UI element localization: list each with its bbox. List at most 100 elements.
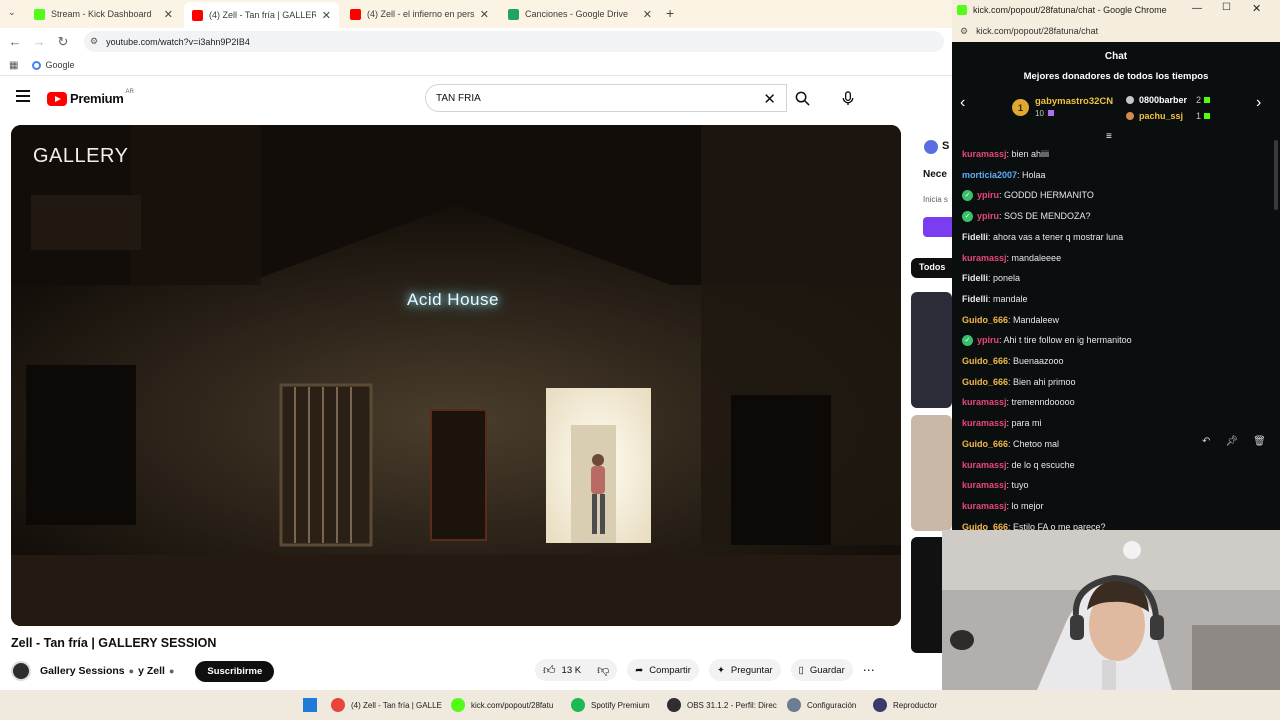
taskbar-item-obs[interactable]: OBS 31.1.2 - Perfil: Direc bbox=[667, 695, 779, 715]
chat-message[interactable]: kuramassj: de lo q escuche bbox=[962, 455, 1075, 475]
maximize-icon[interactable]: ☐ bbox=[1222, 2, 1231, 13]
chat-message[interactable]: Guido_666: Bien ahi primoo bbox=[962, 372, 1076, 392]
chat-scrollbar[interactable] bbox=[1274, 140, 1278, 210]
search-button[interactable] bbox=[787, 84, 817, 112]
close-tab-icon[interactable]: ✕ bbox=[643, 8, 652, 21]
chat-username[interactable]: ypiru bbox=[977, 211, 999, 221]
reload-icon[interactable]: ↻ bbox=[51, 34, 75, 50]
youtube-premium-logo[interactable]: Premium AR bbox=[47, 89, 134, 106]
chat-message[interactable]: kuramassj: tremenndooooo bbox=[962, 392, 1075, 412]
close-tab-icon[interactable]: ✕ bbox=[164, 8, 173, 21]
chat-username[interactable]: Guido_666 bbox=[962, 315, 1008, 325]
clear-search-icon[interactable]: ✕ bbox=[763, 90, 776, 108]
pin-icon[interactable]: 📌︎ bbox=[1225, 436, 1238, 447]
delete-icon[interactable]: 🗑︎ bbox=[1253, 436, 1266, 447]
chat-username[interactable]: kuramassj bbox=[962, 418, 1007, 428]
save-button[interactable]: ▯ Guardar bbox=[790, 659, 853, 681]
voice-search-button[interactable] bbox=[836, 86, 860, 110]
chip-all[interactable]: Todos bbox=[911, 258, 952, 278]
bookmark-google[interactable]: Google bbox=[32, 60, 74, 70]
tab-search-chevron-icon[interactable]: ⌄ bbox=[8, 7, 16, 18]
like-button[interactable]: 👍︎ 13 K 👎︎ bbox=[535, 659, 618, 681]
chat-username[interactable]: kuramassj bbox=[962, 397, 1007, 407]
chat-message[interactable]: morticia2007: Holaa bbox=[962, 165, 1046, 185]
apps-grid-icon[interactable]: ▦ bbox=[9, 60, 18, 71]
chevron-right-icon[interactable]: › bbox=[1256, 94, 1261, 112]
chat-message-text: : para mi bbox=[1006, 418, 1042, 429]
minimize-icon[interactable]: — bbox=[1192, 3, 1202, 14]
donor-second[interactable]: 0800barber 2 bbox=[1126, 95, 1211, 105]
chat-username[interactable]: kuramassj bbox=[962, 149, 1007, 159]
recommended-video-thumbnail[interactable] bbox=[911, 292, 952, 408]
subscribe-button[interactable]: Suscribirme bbox=[195, 660, 275, 682]
tab-kick-dashboard[interactable]: Stream - Kick Dashboard ✕ bbox=[26, 3, 181, 25]
chat-username[interactable]: Fidelli bbox=[962, 232, 988, 242]
close-tab-icon[interactable]: ✕ bbox=[322, 9, 331, 22]
chat-message[interactable]: Guido_666: Chetoo mal bbox=[962, 434, 1059, 454]
channel-avatar[interactable] bbox=[11, 661, 31, 681]
address-bar[interactable]: ⚙ youtube.com/watch?v=i3ahn9P2IB4 bbox=[84, 31, 944, 52]
chat-message[interactable]: kuramassj: mandaleeee bbox=[962, 248, 1061, 268]
site-info-icon[interactable]: ⚙ bbox=[90, 36, 98, 47]
taskbar-item-media-player[interactable]: Reproductor bbox=[873, 695, 941, 715]
chat-message[interactable]: Fidelli: ahora vas a tener q mostrar lun… bbox=[962, 227, 1123, 247]
video-player[interactable]: Acid House GALLERY bbox=[11, 125, 901, 626]
taskbar-item-kick[interactable]: kick.com/popout/28fatu bbox=[451, 695, 561, 715]
taskbar-item-settings[interactable]: Configuración bbox=[787, 695, 865, 715]
drive-icon bbox=[508, 8, 519, 20]
chat-username[interactable]: Guido_666 bbox=[962, 439, 1008, 449]
back-icon[interactable]: ← bbox=[3, 34, 27, 49]
chat-username[interactable]: Fidelli bbox=[962, 294, 988, 304]
chat-message[interactable]: Fidelli: mandale bbox=[962, 289, 1028, 309]
chat-message[interactable]: ✓ ypiru: Ahi t tire follow en ig hermanit… bbox=[962, 330, 1132, 350]
ask-button[interactable]: ✦ Preguntar bbox=[708, 659, 781, 681]
forward-icon[interactable]: → bbox=[27, 34, 51, 49]
reply-icon[interactable]: ↶ bbox=[1202, 436, 1210, 447]
more-actions-icon[interactable]: ⋯ bbox=[863, 663, 875, 677]
collab-channel[interactable]: y Zell bbox=[138, 665, 165, 677]
donor-third[interactable]: pachu_ssj 1 bbox=[1126, 111, 1211, 121]
taskbar-item-chrome[interactable]: (4) Zell - Tan fría | GALLE bbox=[331, 695, 446, 715]
chat-username[interactable]: kuramassj bbox=[962, 253, 1007, 263]
top-donor[interactable]: 1 gabymastro32CN 10 bbox=[1012, 96, 1113, 118]
chat-username[interactable]: kuramassj bbox=[962, 501, 1007, 511]
search-input[interactable]: TAN FRIA ✕ bbox=[425, 84, 787, 112]
chat-username[interactable]: Guido_666 bbox=[962, 377, 1008, 387]
chat-username[interactable]: ypiru bbox=[977, 190, 999, 200]
chat-message[interactable]: Guido_666: Estilo FA o me parece? bbox=[962, 517, 1106, 530]
chat-url-bar[interactable]: ⚙ kick.com/popout/28fatuna/chat bbox=[952, 20, 1280, 42]
chat-message[interactable]: Fidelli: ponela bbox=[962, 268, 1020, 288]
tab-youtube-infierno[interactable]: (4) Zell - el infierno en persona ✕ bbox=[342, 3, 497, 25]
chat-message[interactable]: Guido_666: Mandaleew bbox=[962, 310, 1059, 330]
new-tab-icon[interactable]: + bbox=[666, 5, 674, 21]
chat-username[interactable]: kuramassj bbox=[962, 480, 1007, 490]
chat-username[interactable]: kuramassj bbox=[962, 460, 1007, 470]
tab-google-drive[interactable]: Canciones - Google Drive ✕ bbox=[500, 3, 660, 25]
taskbar-item-spotify[interactable]: Spotify Premium bbox=[571, 695, 659, 715]
taskbar-item-label: OBS 31.1.2 - Perfil: Direc bbox=[687, 700, 777, 710]
channel-name[interactable]: Gallery Sessions bbox=[40, 665, 125, 677]
promo-button[interactable] bbox=[923, 217, 952, 237]
chat-message[interactable]: ✓ ypiru: SOS DE MENDOZA? bbox=[962, 206, 1091, 226]
share-button[interactable]: ➦ Compartir bbox=[627, 659, 699, 681]
hamburger-menu-icon[interactable] bbox=[16, 90, 30, 102]
windows-start-icon[interactable] bbox=[303, 698, 317, 712]
close-tab-icon[interactable]: ✕ bbox=[480, 8, 489, 21]
chat-message[interactable]: kuramassj: lo mejor bbox=[962, 496, 1044, 516]
chat-message[interactable]: ✓ ypiru: GODDD HERMANITO bbox=[962, 185, 1094, 205]
tab-youtube-tan-fria[interactable]: (4) Zell - Tan fría | GALLERY ✕ bbox=[184, 2, 339, 28]
recommended-video-thumbnail[interactable] bbox=[911, 415, 952, 531]
chat-message[interactable]: Guido_666: Buenaazooo bbox=[962, 351, 1064, 371]
thumbs-down-icon[interactable]: 👎︎ bbox=[597, 663, 609, 678]
chat-username[interactable]: Guido_666 bbox=[962, 522, 1008, 530]
chevron-left-icon[interactable]: ‹ bbox=[960, 94, 965, 112]
chat-message[interactable]: kuramassj: bien ahiiii bbox=[962, 144, 1049, 164]
chat-username[interactable]: ypiru bbox=[977, 335, 999, 345]
chat-username[interactable]: Fidelli bbox=[962, 273, 988, 283]
chat-username[interactable]: morticia2007 bbox=[962, 170, 1017, 180]
chat-message[interactable]: kuramassj: tuyo bbox=[962, 475, 1029, 495]
chat-username[interactable]: Guido_666 bbox=[962, 356, 1008, 366]
collapse-icon[interactable]: ≡ bbox=[1106, 131, 1112, 142]
chat-message[interactable]: kuramassj: para mi bbox=[962, 413, 1042, 433]
close-window-icon[interactable]: ✕ bbox=[1252, 2, 1261, 15]
